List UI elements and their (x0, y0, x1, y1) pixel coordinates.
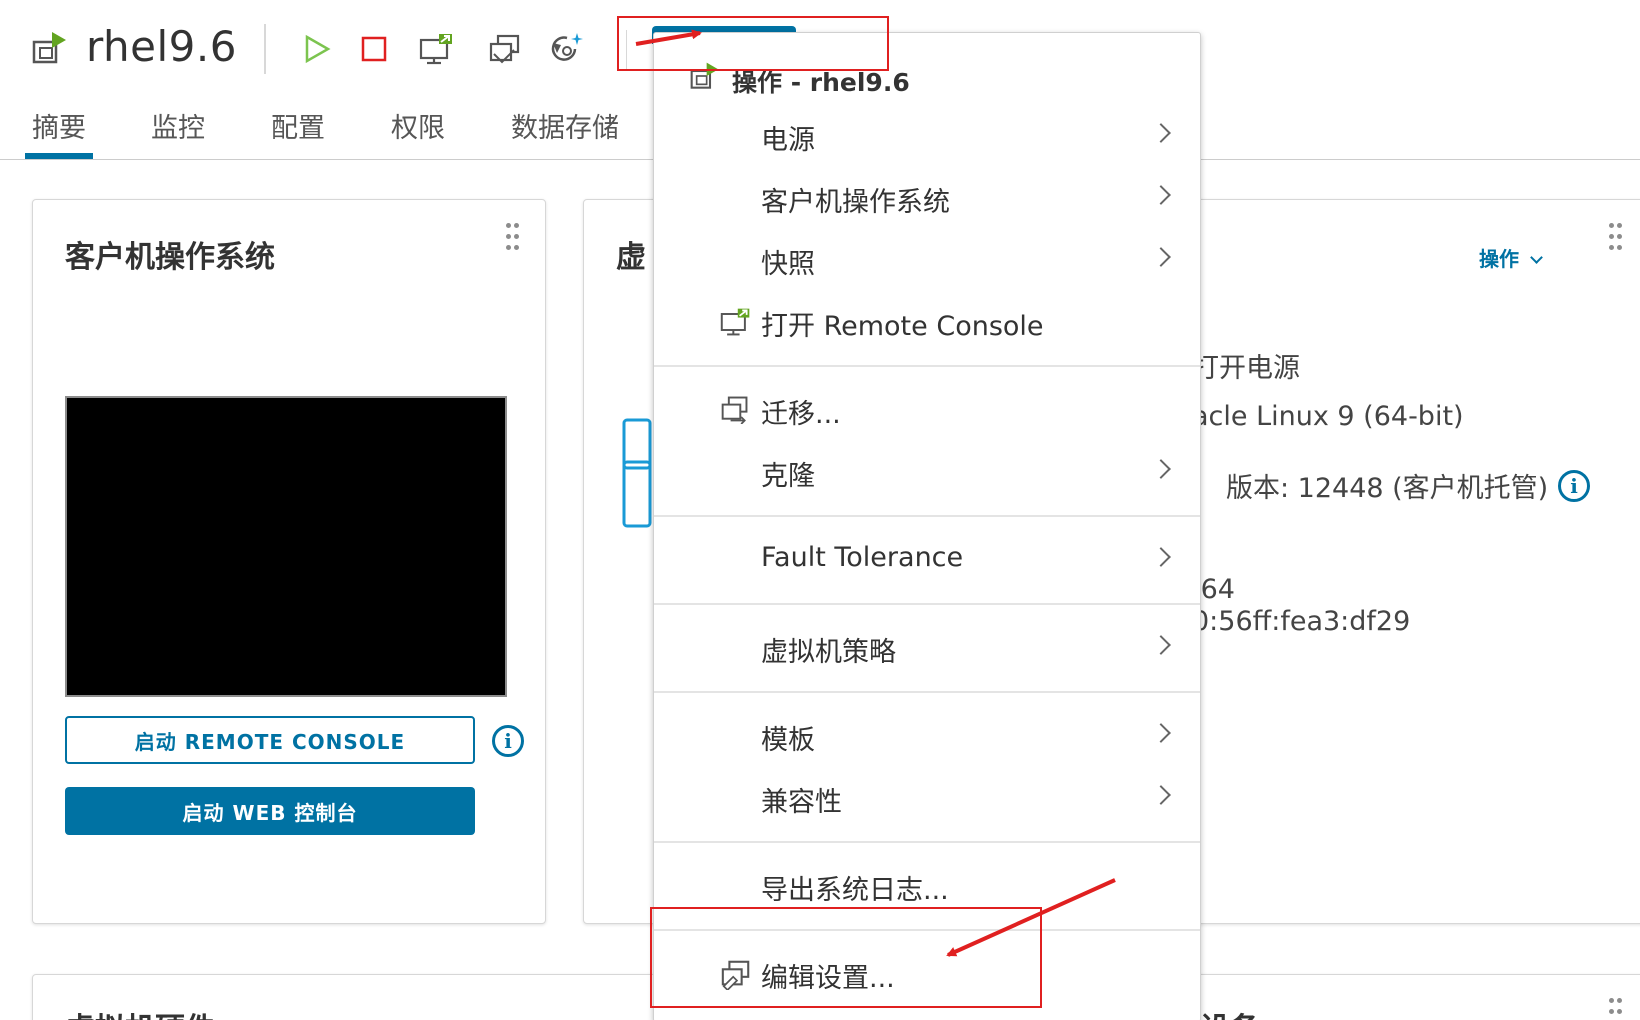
arrow-to-edit-settings (946, 878, 1116, 957)
annotation-arrows (635, 29, 1116, 957)
arrow-to-actions-menu (635, 29, 702, 46)
